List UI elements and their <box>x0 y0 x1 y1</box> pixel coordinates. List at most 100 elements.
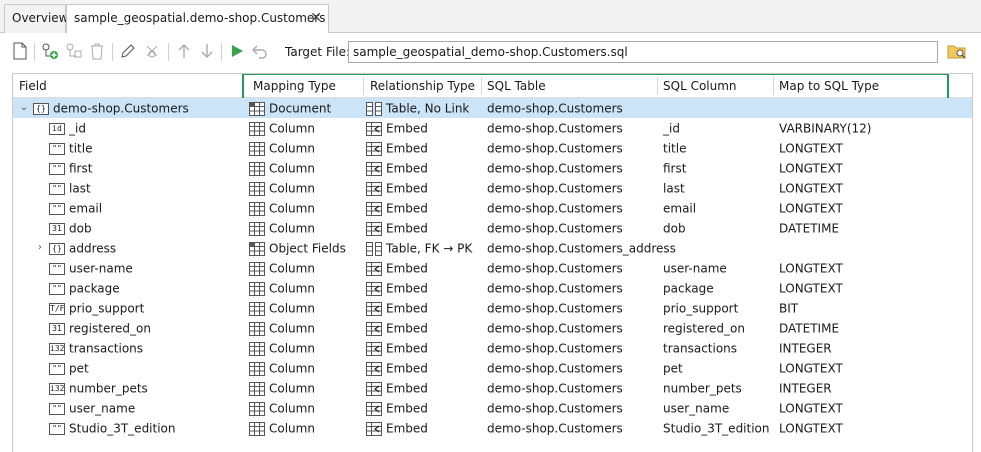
relationship-type-cell[interactable]: Embed <box>366 318 428 338</box>
sql-table-cell[interactable]: demo-shop.Customers <box>487 338 623 358</box>
tab-customers[interactable]: sample_geospatial.demo-shop.Customers ✕ <box>66 4 329 34</box>
expand-chevron-icon[interactable]: › <box>35 238 45 258</box>
target-file-input[interactable] <box>348 41 938 63</box>
sql-type-cell[interactable]: DATETIME <box>779 218 839 238</box>
header-map-to-sql-type[interactable]: Map to SQL Type <box>773 74 879 98</box>
table-row[interactable]: "" user_name Column Embed demo-shop.Customer… <box>13 398 972 418</box>
tab-overview[interactable]: Overview <box>4 4 69 33</box>
table-row[interactable]: "" title Column Embed demo-shop.Customers tit… <box>13 138 972 158</box>
table-row[interactable]: "" email Column Embed demo-shop.Customers ema… <box>13 198 972 218</box>
sql-type-cell[interactable]: LONGTEXT <box>779 358 843 378</box>
relationship-type-cell[interactable]: Embed <box>366 158 428 178</box>
header-relationship-type[interactable]: Relationship Type <box>364 74 475 98</box>
arrow-up-icon[interactable] <box>174 41 194 61</box>
mapping-type-cell[interactable]: Column <box>249 398 315 418</box>
sql-table-cell[interactable]: demo-shop.Customers <box>487 298 623 318</box>
mapping-type-cell[interactable]: Column <box>249 318 315 338</box>
relationship-type-cell[interactable]: Embed <box>366 138 428 158</box>
relationship-type-cell[interactable]: Embed <box>366 398 428 418</box>
mapping-type-cell[interactable]: Column <box>249 138 315 158</box>
relationship-type-cell[interactable]: Embed <box>366 258 428 278</box>
mapping-type-cell[interactable]: Column <box>249 338 315 358</box>
run-icon[interactable] <box>227 41 247 61</box>
table-row[interactable]: i32 transactions Column Embed demo-shop.Cust… <box>13 338 972 358</box>
relationship-type-cell[interactable]: Embed <box>366 118 428 138</box>
sql-column-cell[interactable]: email <box>663 198 696 218</box>
new-file-icon[interactable] <box>10 41 30 61</box>
sql-column-cell[interactable]: user_name <box>663 398 729 418</box>
mapping-type-cell[interactable]: Column <box>249 178 315 198</box>
sql-column-cell[interactable]: transactions <box>663 338 737 358</box>
sql-table-cell[interactable]: demo-shop.Customers <box>487 218 623 238</box>
sql-table-cell[interactable]: demo-shop.Customers <box>487 358 623 378</box>
sql-table-cell[interactable]: demo-shop.Customers <box>487 278 623 298</box>
sql-table-cell[interactable]: demo-shop.Customers <box>487 198 623 218</box>
relationship-type-cell[interactable]: Embed <box>366 298 428 318</box>
sql-column-cell[interactable]: title <box>663 138 686 158</box>
relationship-type-cell[interactable]: Embed <box>366 418 428 438</box>
sql-type-cell[interactable]: LONGTEXT <box>779 178 843 198</box>
mapping-type-cell[interactable]: Document <box>249 98 331 118</box>
browse-folder-icon[interactable] <box>947 41 967 61</box>
mapping-type-cell[interactable]: Column <box>249 418 315 438</box>
header-field[interactable]: Field <box>13 74 47 98</box>
table-row[interactable]: i32 number_pets Column Embed demo-shop.Custo… <box>13 378 972 398</box>
mapping-type-cell[interactable]: Column <box>249 218 315 238</box>
table-row[interactable]: "" user-name Column Embed demo-shop.Customer… <box>13 258 972 278</box>
table-row[interactable]: T/F prio_support Column Embed demo-shop.Cust… <box>13 298 972 318</box>
relationship-type-cell[interactable]: Table, FK → PK <box>366 238 472 258</box>
table-row[interactable]: "" Studio_3T_edition Column Embed demo-shop.… <box>13 418 972 438</box>
header-sql-column[interactable]: SQL Column <box>657 74 737 98</box>
relationship-type-cell[interactable]: Embed <box>366 178 428 198</box>
sql-column-cell[interactable]: dob <box>663 218 686 238</box>
edit-mapping-icon[interactable] <box>64 41 84 61</box>
arrow-down-icon[interactable] <box>197 41 217 61</box>
sql-column-cell[interactable]: first <box>663 158 686 178</box>
collapse-chevron-icon[interactable]: ⌄ <box>19 98 29 118</box>
sql-type-cell[interactable]: LONGTEXT <box>779 398 843 418</box>
add-mapping-icon[interactable] <box>40 41 60 61</box>
sql-table-cell[interactable]: demo-shop.Customers <box>487 98 623 118</box>
sql-column-cell[interactable]: Studio_3T_edition <box>663 418 770 438</box>
mapping-type-cell[interactable]: Column <box>249 258 315 278</box>
mapping-type-cell[interactable]: Column <box>249 118 315 138</box>
table-row[interactable]: › {} address Object Fields Table, FK → PK dem… <box>13 238 972 258</box>
header-mapping-type[interactable]: Mapping Type <box>247 74 336 98</box>
sql-type-cell[interactable]: LONGTEXT <box>779 198 843 218</box>
sql-table-cell[interactable]: demo-shop.Customers <box>487 258 623 278</box>
sql-type-cell[interactable]: LONGTEXT <box>779 418 843 438</box>
sql-type-cell[interactable]: LONGTEXT <box>779 278 843 298</box>
sql-table-cell[interactable]: demo-shop.Customers <box>487 118 623 138</box>
mapping-type-cell[interactable]: Column <box>249 158 315 178</box>
sql-table-cell[interactable]: demo-shop.Customers <box>487 138 623 158</box>
table-row[interactable]: "" last Column Embed demo-shop.Customers last… <box>13 178 972 198</box>
header-sql-table[interactable]: SQL Table <box>481 74 546 98</box>
sql-type-cell[interactable]: INTEGER <box>779 378 832 398</box>
sql-column-cell[interactable]: package <box>663 278 714 298</box>
mapping-type-cell[interactable]: Object Fields <box>249 238 346 258</box>
sql-table-cell[interactable]: demo-shop.Customers <box>487 378 623 398</box>
sql-column-cell[interactable]: number_pets <box>663 378 742 398</box>
undo-icon[interactable] <box>250 41 270 61</box>
sql-type-cell[interactable]: DATETIME <box>779 318 839 338</box>
sql-table-cell[interactable]: demo-shop.Customers <box>487 178 623 198</box>
clear-icon[interactable] <box>142 41 162 61</box>
sql-column-cell[interactable]: pet <box>663 358 683 378</box>
sql-type-cell[interactable]: VARBINARY(12) <box>779 118 871 138</box>
close-icon[interactable]: ✕ <box>310 5 322 32</box>
sql-type-cell[interactable]: BIT <box>779 298 798 318</box>
sql-type-cell[interactable]: INTEGER <box>779 338 832 358</box>
relationship-type-cell[interactable]: Embed <box>366 338 428 358</box>
table-row[interactable]: "" pet Column Embed demo-shop.Customers pet LO… <box>13 358 972 378</box>
mapping-type-cell[interactable]: Column <box>249 378 315 398</box>
mapping-type-cell[interactable]: Column <box>249 358 315 378</box>
table-row[interactable]: "" package Column Embed demo-shop.Customers p… <box>13 278 972 298</box>
mapping-type-cell[interactable]: Column <box>249 278 315 298</box>
sql-table-cell[interactable]: demo-shop.Customers <box>487 158 623 178</box>
sql-table-cell[interactable]: demo-shop.Customers <box>487 418 623 438</box>
relationship-type-cell[interactable]: Table, No Link <box>366 98 469 118</box>
table-row[interactable]: "" first Column Embed demo-shop.Customers fir… <box>13 158 972 178</box>
sql-table-cell[interactable]: demo-shop.Customers <box>487 318 623 338</box>
sql-type-cell[interactable]: LONGTEXT <box>779 258 843 278</box>
sql-column-cell[interactable]: registered_on <box>663 318 745 338</box>
